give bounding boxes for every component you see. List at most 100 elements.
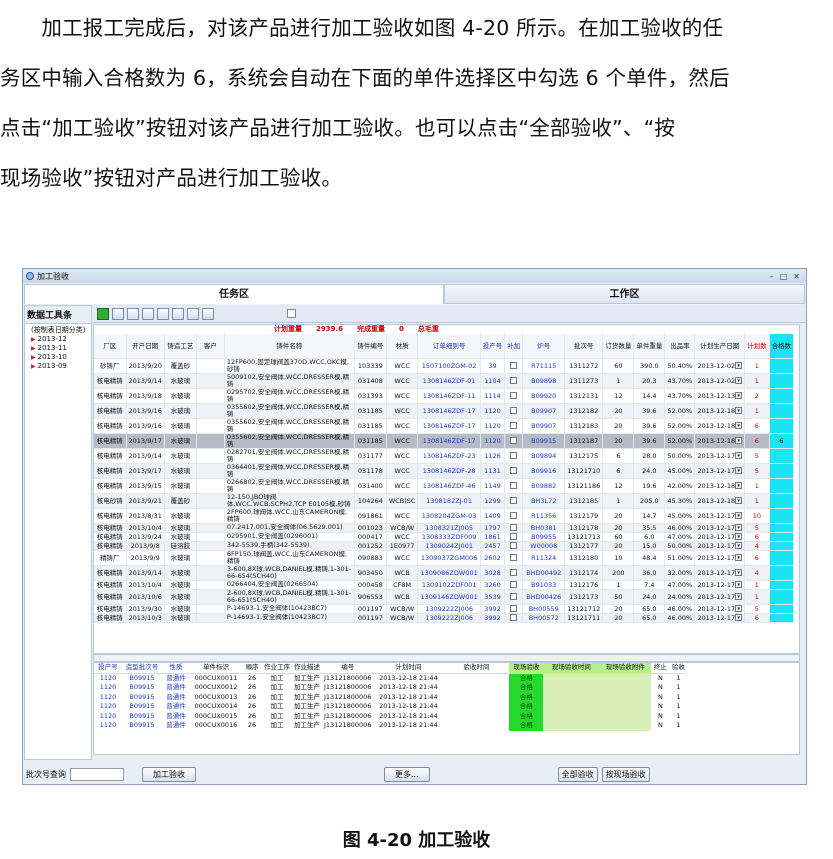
column-header[interactable]: 编号 bbox=[322, 663, 374, 674]
table-row[interactable]: 核电精铸 2013/10/3 水玻璃 P-14693-1,安全阀体(10423BC7)… bbox=[94, 613, 795, 623]
accept-by-site-button[interactable]: 按现场验收 bbox=[601, 766, 650, 782]
piece-row[interactable]: 1120 B09915 普通件 000CUX0011 26 加工 加工生产 J13121800… bbox=[94, 673, 687, 683]
column-header[interactable]: 铸造工艺 bbox=[164, 334, 197, 359]
table-row[interactable]: 核电精铸 2013/8/31 水玻璃 2FP600,球阀体,WCC,山东CAMERON… bbox=[94, 508, 795, 524]
supplement-checkbox[interactable] bbox=[510, 569, 518, 576]
table-row[interactable]: 核电精铸 2013/9/24 水玻璃 0295901,安全阀盖(0296001) 000… bbox=[94, 532, 795, 542]
date-dropdown-icon[interactable]: ▾ bbox=[735, 362, 743, 369]
table-row[interactable]: 核电精铸 2013/9/17 水玻璃 0364401,安全阀体,WCC,DRESSER… bbox=[94, 463, 795, 479]
column-header[interactable]: 现场验收 bbox=[509, 663, 544, 674]
column-header[interactable]: 开户日期 bbox=[126, 334, 165, 359]
supplement-checkbox[interactable] bbox=[510, 542, 518, 549]
table-row[interactable]: 核电精铸 2013/9/16 水玻璃 0355602,安全阀体,WCC,DRESSER… bbox=[94, 403, 795, 419]
supplement-checkbox[interactable] bbox=[510, 512, 518, 519]
column-header[interactable]: 厂区 bbox=[94, 334, 127, 359]
table-row[interactable]: 核电精铸 2013/9/14 水玻璃 0282701,安全阀体,WCC,DRESSER… bbox=[94, 448, 795, 464]
column-header[interactable]: 验收 bbox=[669, 663, 688, 674]
maximize-icon[interactable]: □ bbox=[780, 272, 788, 281]
table-row[interactable]: 核电精铸 2013/10/4 水玻璃 07.2417.001,安全阀体(06.5629… bbox=[94, 523, 795, 533]
tree-item[interactable]: ▶ 2013-09 bbox=[31, 362, 89, 371]
column-header[interactable]: 投产号 bbox=[94, 663, 122, 674]
column-header[interactable]: 计划生产日期 bbox=[694, 334, 746, 359]
column-header[interactable]: 计划时间 bbox=[373, 663, 444, 674]
column-header[interactable]: 终止 bbox=[651, 663, 670, 674]
column-header[interactable]: 炉号 bbox=[522, 334, 566, 359]
date-dropdown-icon[interactable]: ▾ bbox=[735, 605, 743, 612]
column-header[interactable]: 客户 bbox=[196, 334, 225, 359]
table-row[interactable]: 核电精铸 2013/9/30 水玻璃 P-14693-1,安全阀体(10423BC7)… bbox=[94, 604, 795, 614]
supplement-checkbox[interactable] bbox=[510, 605, 518, 612]
supplement-checkbox[interactable] bbox=[510, 437, 518, 444]
date-dropdown-icon[interactable]: ▾ bbox=[735, 512, 743, 519]
table-row[interactable]: 核电精铸 2013/9/17 水玻璃 0355602,安全阀体,WCC,DRESSER… bbox=[94, 433, 795, 449]
column-header[interactable]: 订货数量 bbox=[602, 334, 635, 359]
date-dropdown-icon[interactable]: ▾ bbox=[735, 593, 743, 600]
date-dropdown-icon[interactable]: ▾ bbox=[735, 407, 743, 414]
list-icon[interactable] bbox=[187, 307, 199, 320]
date-dropdown-icon[interactable]: ▾ bbox=[735, 554, 743, 561]
tree-item[interactable]: ▶ 2013-10 bbox=[31, 353, 89, 362]
supplement-checkbox[interactable] bbox=[510, 614, 518, 621]
column-header[interactable]: 投产号 bbox=[480, 334, 506, 359]
piece-row[interactable]: 1120 B09915 普通件 000CUX0014 26 加工 加工生产 J13121800… bbox=[94, 702, 687, 712]
date-dropdown-icon[interactable]: ▾ bbox=[735, 614, 743, 621]
export-icon[interactable] bbox=[202, 307, 214, 320]
piece-row[interactable]: 1120 B09915 普通件 000CUX0015 26 加工 加工生产 J13121800… bbox=[94, 711, 687, 721]
accept-all-button[interactable]: 全部验收 bbox=[557, 766, 598, 782]
column-header[interactable]: 现场验收时间 bbox=[543, 663, 600, 674]
column-header[interactable]: 计划数 bbox=[744, 334, 770, 359]
supplement-checkbox[interactable] bbox=[510, 593, 518, 600]
chart-icon[interactable] bbox=[172, 307, 184, 320]
batch-search-input[interactable] bbox=[70, 767, 124, 781]
column-header[interactable]: 单件重量 bbox=[633, 334, 666, 359]
piece-row[interactable]: 1120 B09915 普通件 000CUX0012 26 加工 加工生产 J13121800… bbox=[94, 683, 687, 693]
table-row[interactable]: 核电精铸 2013/9/8 硅溶胶 342-5539,手柄(342-5539) 0012… bbox=[94, 541, 795, 551]
supplement-checkbox[interactable] bbox=[510, 581, 518, 588]
date-dropdown-icon[interactable]: ▾ bbox=[735, 467, 743, 474]
column-header[interactable]: 铸件名称 bbox=[224, 334, 355, 359]
supplement-checkbox[interactable] bbox=[510, 452, 518, 459]
date-dropdown-icon[interactable]: ▾ bbox=[735, 533, 743, 540]
accept-button[interactable]: 加工验收 bbox=[142, 766, 196, 782]
column-header[interactable]: 材质 bbox=[386, 334, 419, 359]
column-header[interactable]: 作业工序 bbox=[262, 663, 292, 674]
picture-icon[interactable] bbox=[127, 307, 139, 320]
date-dropdown-icon[interactable]: ▾ bbox=[735, 569, 743, 576]
refresh-icon[interactable] bbox=[97, 307, 109, 320]
date-dropdown-icon[interactable]: ▾ bbox=[735, 542, 743, 549]
date-dropdown-icon[interactable]: ▾ bbox=[735, 497, 743, 504]
toolbar-checkbox[interactable] bbox=[287, 309, 296, 318]
print-icon[interactable] bbox=[142, 307, 154, 320]
table-row[interactable]: 核电精铸 2013/9/14 水玻璃 5009102,安全阀体,WCC,DRESSER… bbox=[94, 373, 795, 389]
supplement-checkbox[interactable] bbox=[510, 362, 518, 369]
table-row[interactable]: 精铸厂 2013/9/9 水玻璃 6FP150,球阀盖,WCC,山东CAMERON模,… bbox=[94, 550, 795, 566]
column-header[interactable]: 验收时间 bbox=[443, 663, 510, 674]
column-header[interactable]: 现场验收附件 bbox=[599, 663, 652, 674]
supplement-checkbox[interactable] bbox=[510, 377, 518, 384]
column-header[interactable]: 批次号 bbox=[564, 334, 604, 359]
supplement-checkbox[interactable] bbox=[510, 524, 518, 531]
supplement-checkbox[interactable] bbox=[510, 407, 518, 414]
minimize-icon[interactable]: – bbox=[770, 272, 774, 281]
table-row[interactable]: 核电精铸 2013/9/14 水玻璃 3-600,8X球,WCB,DANIEL模,精铸… bbox=[94, 565, 795, 581]
date-dropdown-icon[interactable]: ▾ bbox=[735, 482, 743, 489]
table-row[interactable]: 核电精铸 2013/9/16 水玻璃 0355602,安全阀体,WCC,DRESSER… bbox=[94, 418, 795, 434]
supplement-checkbox[interactable] bbox=[510, 482, 518, 489]
column-header[interactable]: 订单细则号 bbox=[417, 334, 481, 359]
table-row[interactable]: 核电精铸 2013/10/6 水玻璃 2-600,8X球,WCB,DANIEL模,精铸… bbox=[94, 589, 795, 605]
column-header[interactable]: 铸件编号 bbox=[354, 334, 387, 359]
pencil-icon[interactable] bbox=[157, 307, 169, 320]
column-header[interactable]: 出品率 bbox=[664, 334, 696, 359]
more-button[interactable]: 更多... bbox=[384, 766, 430, 782]
column-header[interactable]: 性质 bbox=[162, 663, 190, 674]
date-dropdown-icon[interactable]: ▾ bbox=[735, 422, 743, 429]
table-row[interactable]: 核电精铸 2013/9/15 水玻璃 0266802,安全阀体,WCC,DRESSER… bbox=[94, 478, 795, 494]
supplement-checkbox[interactable] bbox=[510, 497, 518, 504]
date-dropdown-icon[interactable]: ▾ bbox=[735, 437, 743, 444]
supplement-checkbox[interactable] bbox=[510, 533, 518, 540]
tab-work-area[interactable]: 工作区 bbox=[444, 284, 805, 304]
table-row[interactable]: 核电砂铸 2013/9/21 覆盖砂 12-150,JBO球阀体,WCC,WCB:SC… bbox=[94, 493, 795, 509]
date-dropdown-icon[interactable]: ▾ bbox=[735, 581, 743, 588]
supplement-checkbox[interactable] bbox=[510, 422, 518, 429]
close-icon[interactable]: ✕ bbox=[793, 272, 800, 281]
